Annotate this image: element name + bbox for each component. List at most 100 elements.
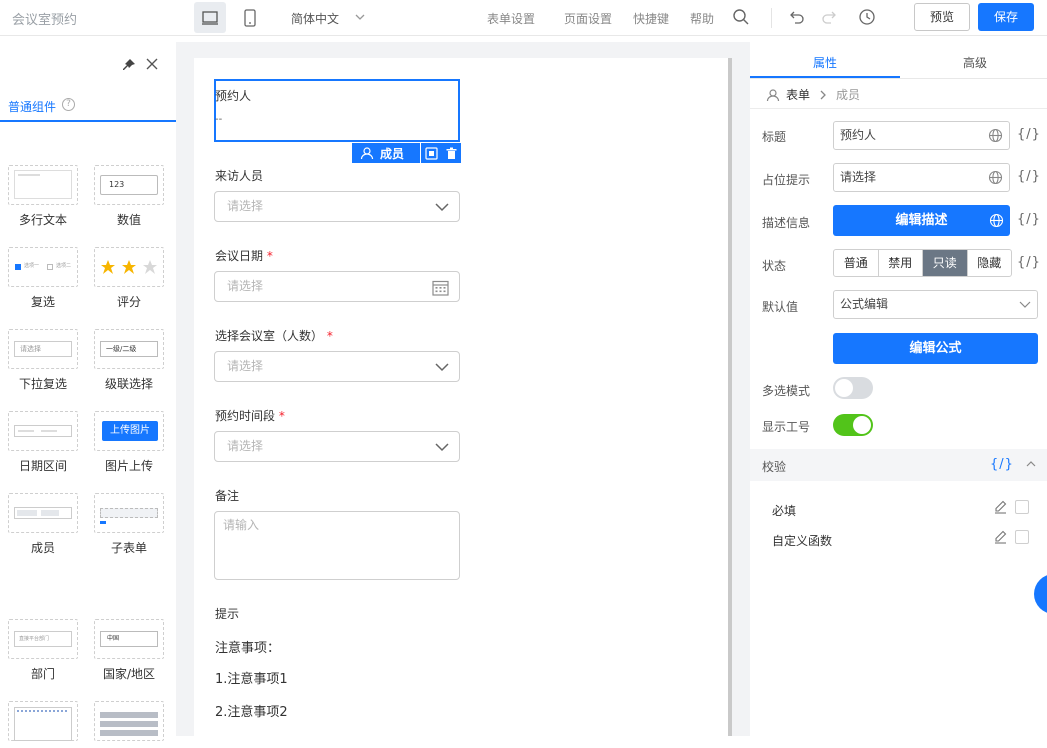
chevron-down-icon bbox=[435, 443, 449, 452]
component-member[interactable]: 成员 bbox=[8, 493, 78, 556]
default-value-select[interactable]: 公式编辑 bbox=[833, 290, 1038, 319]
component-table-a[interactable] bbox=[8, 701, 78, 741]
globe-icon[interactable] bbox=[989, 213, 1004, 228]
search-icon[interactable] bbox=[732, 8, 750, 26]
canvas-scrollbar[interactable] bbox=[728, 58, 732, 736]
preview-button[interactable]: 预览 bbox=[914, 3, 970, 31]
selected-field-label: 预约人 bbox=[215, 89, 252, 103]
component-preview bbox=[8, 493, 78, 533]
validation-section-header[interactable]: 校验 {/} bbox=[750, 449, 1047, 481]
component-label: 图片上传 bbox=[104, 459, 153, 473]
field-label-time-slot: 预约时间段 * bbox=[215, 409, 285, 423]
tip-label: 提示 bbox=[215, 607, 240, 621]
tip-item: 2.注意事项2 bbox=[215, 705, 288, 720]
status-normal[interactable]: 普通 bbox=[834, 250, 879, 276]
rule-required-checkbox[interactable] bbox=[1015, 500, 1029, 514]
component-image-upload[interactable]: 上传图片 图片上传 bbox=[94, 411, 164, 474]
tab-advanced[interactable]: 高级 bbox=[963, 54, 987, 71]
tab-underline bbox=[750, 76, 900, 78]
validation-formula-toggle[interactable]: {/} bbox=[990, 457, 1014, 472]
rule-custom-function-label: 自定义函数 bbox=[772, 534, 833, 548]
chevron-down-icon[interactable] bbox=[354, 10, 366, 24]
tab-underline bbox=[0, 120, 176, 122]
app-title: 会议室预约 bbox=[12, 13, 78, 28]
field-type-label: 成员 bbox=[380, 146, 405, 161]
edit-description-button[interactable]: 编辑描述 bbox=[833, 205, 1010, 236]
prop-multi-select-label: 多选模式 bbox=[762, 384, 811, 398]
top-bar: 会议室预约 简体中文 表单设置 页面设置 快捷键 帮助 预览 保存 bbox=[0, 0, 1047, 36]
edit-icon[interactable] bbox=[993, 530, 1008, 545]
component-table-b[interactable] bbox=[94, 701, 164, 741]
component-subform[interactable]: 子表单 bbox=[94, 493, 164, 556]
copy-icon[interactable] bbox=[424, 146, 438, 160]
component-preview: 请选择 bbox=[8, 329, 78, 369]
formula-toggle[interactable]: {/} bbox=[1017, 169, 1041, 184]
field-label-visitors: 来访人员 bbox=[215, 169, 264, 183]
component-department[interactable]: 直接平台部门 部门 bbox=[8, 619, 78, 682]
formula-toggle[interactable]: {/} bbox=[1017, 212, 1041, 227]
title-input[interactable]: 预约人 bbox=[833, 121, 1010, 150]
component-preview bbox=[8, 165, 78, 205]
prop-show-jobno-label: 显示工号 bbox=[762, 420, 811, 434]
breadcrumb-form[interactable]: 表单 bbox=[786, 86, 810, 103]
tab-common-components[interactable]: 普通组件 bbox=[8, 98, 56, 115]
status-hidden[interactable]: 隐藏 bbox=[968, 250, 1012, 276]
meeting-date-picker[interactable]: 请选择 bbox=[214, 271, 460, 302]
undo-icon[interactable] bbox=[787, 8, 805, 26]
desktop-view-button[interactable] bbox=[194, 2, 226, 33]
globe-icon[interactable] bbox=[988, 128, 1003, 143]
status-readonly[interactable]: 只读 bbox=[923, 250, 968, 276]
help-icon[interactable]: ? bbox=[62, 98, 75, 111]
language-select[interactable]: 简体中文 bbox=[291, 10, 339, 27]
breadcrumb-member: 成员 bbox=[836, 88, 861, 102]
chevron-down-icon bbox=[1019, 301, 1031, 308]
component-cascader[interactable]: 一级/二级 级联选择 bbox=[94, 329, 164, 392]
close-icon[interactable] bbox=[146, 58, 158, 70]
delete-icon[interactable] bbox=[445, 147, 458, 160]
component-preview: 选项一 选项二 bbox=[8, 247, 78, 287]
component-country-region[interactable]: 中国 国家/地区 bbox=[94, 619, 164, 682]
multi-select-toggle[interactable] bbox=[833, 377, 873, 399]
component-number[interactable]: 123 数值 bbox=[94, 165, 164, 228]
globe-icon[interactable] bbox=[988, 170, 1003, 185]
component-label: 多行文本 bbox=[18, 213, 67, 227]
mobile-view-button[interactable] bbox=[234, 2, 266, 33]
time-slot-select[interactable]: 请选择 bbox=[214, 431, 460, 462]
redo-icon[interactable] bbox=[821, 8, 839, 26]
pin-icon[interactable] bbox=[122, 58, 136, 72]
history-icon[interactable] bbox=[858, 8, 876, 26]
calendar-icon bbox=[432, 280, 449, 296]
chevron-down-icon bbox=[435, 203, 449, 212]
component-date-range[interactable]: 日期区间 bbox=[8, 411, 78, 474]
visitors-select[interactable]: 请选择 bbox=[214, 191, 460, 222]
prop-description-label: 描述信息 bbox=[762, 216, 811, 230]
edit-formula-button[interactable]: 编辑公式 bbox=[833, 333, 1038, 364]
breadcrumb: 表单 成员 bbox=[766, 86, 860, 103]
formula-toggle[interactable]: {/} bbox=[1017, 127, 1041, 142]
shortcuts-menu[interactable]: 快捷键 bbox=[633, 10, 669, 27]
rule-custom-function-checkbox[interactable] bbox=[1015, 530, 1029, 544]
remarks-textarea[interactable]: 请输入 bbox=[214, 511, 460, 580]
component-preview: 中国 bbox=[94, 619, 164, 659]
component-label: 下拉复选 bbox=[18, 377, 67, 391]
help-menu[interactable]: 帮助 bbox=[690, 10, 714, 27]
user-icon bbox=[360, 147, 374, 160]
component-label: 子表单 bbox=[110, 541, 147, 555]
desktop-icon bbox=[202, 10, 218, 25]
save-button[interactable]: 保存 bbox=[978, 3, 1034, 31]
meeting-room-select[interactable]: 请选择 bbox=[214, 351, 460, 382]
placeholder-input[interactable]: 请选择 bbox=[833, 163, 1010, 192]
edit-icon[interactable] bbox=[993, 500, 1008, 515]
show-jobno-toggle[interactable] bbox=[833, 414, 873, 436]
component-rating[interactable]: 评分 bbox=[94, 247, 164, 310]
component-multiline-text[interactable]: 多行文本 bbox=[8, 165, 78, 228]
user-icon bbox=[766, 88, 780, 101]
chevron-up-icon[interactable] bbox=[1026, 459, 1036, 469]
page-settings-menu[interactable]: 页面设置 bbox=[564, 10, 612, 27]
tab-properties[interactable]: 属性 bbox=[813, 54, 837, 71]
form-settings-menu[interactable]: 表单设置 bbox=[487, 10, 535, 27]
formula-toggle[interactable]: {/} bbox=[1017, 255, 1041, 270]
component-checkbox[interactable]: 选项一 选项二 复选 bbox=[8, 247, 78, 310]
component-dropdown-multi[interactable]: 请选择 下拉复选 bbox=[8, 329, 78, 392]
status-disabled[interactable]: 禁用 bbox=[879, 250, 923, 276]
